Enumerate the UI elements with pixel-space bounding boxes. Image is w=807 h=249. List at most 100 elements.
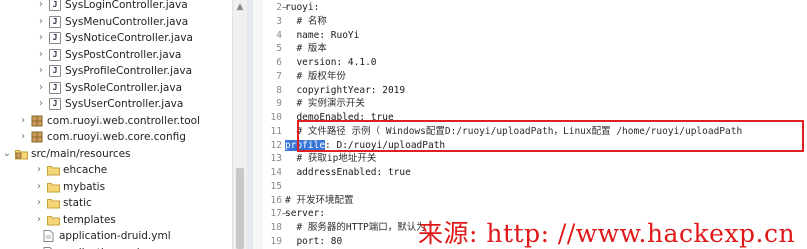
yml-file-icon [43,230,55,242]
line-number: 4 [276,29,282,41]
explorer-scrollbar[interactable]: ▲ [232,0,247,249]
chevron-right-icon[interactable]: › [34,212,44,228]
tree-item[interactable]: application-druid.yml [0,228,232,244]
code-text: addressEnabled: true [285,167,411,178]
code-line: 14 addressEnabled: true [253,166,807,180]
code-text: # 开发环境配置 [285,194,354,206]
chevron-right-icon[interactable]: › [36,0,46,13]
code-line: 16 # 开发环境配置 [253,194,807,208]
tree-item[interactable]: › com.ruoyi.web.core.config [0,129,232,145]
code-text: # 版权年份 [285,70,346,82]
tree-item-label: SysProfileController.java [65,65,193,77]
line-number: 18 [270,222,282,233]
line-number: 6 [276,57,282,68]
line-number: 12 [270,139,282,151]
scroll-up-arrow-icon[interactable]: ▲ [235,2,245,12]
code-text: # 获取ip地址开关 [285,153,377,165]
line-number: 10 [270,112,282,123]
tree-item-label: static [63,197,92,209]
code-line: 8 copyrightYear: 2019 [253,84,807,98]
chevron-right-icon[interactable]: › [36,80,46,96]
tree-item-label: mybatis [63,180,106,193]
java-file-icon: J [49,65,61,77]
chevron-right-icon[interactable]: › [18,129,28,145]
tree-item[interactable]: › J SysNoticeController.java [0,30,232,46]
code-text: copyrightYear: 2019 [285,84,406,96]
tree-item[interactable]: › mybatis [0,179,232,195]
tree-item-label: SysPostController.java [65,48,182,61]
line-number: 5 [276,43,282,55]
line-number: 3 [276,15,282,27]
code-text: port: 80 [285,235,343,247]
chevron-right-icon[interactable]: › [36,14,46,30]
code-line: 5 # 版本 [253,42,807,56]
tree-item-label: application.yml [59,245,140,249]
tree-item[interactable]: › com.ruoyi.web.controller.tool [0,113,232,129]
folder-icon [47,181,60,193]
code-text: # 实例演示开关 [285,98,365,110]
chevron-right-icon[interactable]: › [36,63,46,79]
line-number: 11 [270,125,282,137]
highlight-annotation-box [297,120,804,152]
code-line: 15 [253,180,807,194]
chevron-down-icon[interactable]: ⌄ [2,146,12,162]
tree-item[interactable]: › ehcache [0,162,232,178]
tree-item-label: com.ruoyi.web.core.config [47,131,186,143]
line-number: 2 [276,2,282,13]
tree-item[interactable]: › J SysProfileController.java [0,63,232,79]
code-text: # 服务器的HTTP端口，默认为 [285,222,426,233]
tree-item-label: SysMenuController.java [65,15,189,28]
java-file-icon: J [49,98,61,110]
line-number: 9 [276,98,282,110]
code-text: version: 4.1.0 [285,57,377,68]
line-number: 19 [270,235,282,247]
package-icon [31,131,43,143]
folder-icon [47,164,60,176]
tree-item[interactable]: › templates [0,212,232,228]
code-line: 9 # 实例演示开关 [253,97,807,111]
tree-item[interactable]: › J SysMenuController.java [0,14,232,30]
code-text: ruoyi: [285,2,320,13]
line-number: 14 [270,167,282,178]
code-text: name: RuoYi [285,29,360,41]
line-number: 16 [270,194,282,206]
tree-item[interactable]: › J SysLoginController.java [0,0,232,13]
chevron-right-icon[interactable]: › [36,96,46,112]
tree-item[interactable]: application.yml [0,245,232,249]
code-line: 13 # 获取ip地址开关 [253,152,807,166]
line-number: 15 [270,180,282,192]
tree-item-label: com.ruoyi.web.controller.tool [47,114,201,127]
tree-item[interactable]: › J SysUserController.java [0,96,232,112]
line-number: 8 [276,84,282,96]
tree-item-label: SysLoginController.java [65,0,188,11]
code-line: 6 version: 4.1.0 [253,56,807,70]
java-file-icon: J [49,48,61,61]
code-line: 4 name: RuoYi [253,29,807,43]
java-file-icon: J [49,0,61,11]
chevron-right-icon[interactable]: › [18,113,28,129]
java-file-icon: J [49,81,61,94]
chevron-right-icon[interactable]: › [36,30,46,46]
tree-item-label: src/main/resources [31,147,131,160]
line-number: 17 [270,208,282,220]
scrollbar-thumb[interactable] [236,168,244,249]
tree-item-label: SysRoleController.java [65,81,182,94]
watermark-text: 来源: http: //www.hackexp.cn [418,219,796,248]
code-editor[interactable]: 2− ruoyi: 3 # 名称 4 name: RuoYi 5 # 版本 6 versi… [253,0,807,249]
source-folder-icon [15,148,28,160]
chevron-right-icon[interactable]: › [34,162,44,178]
tree-item[interactable]: ⌄ src/main/resources [0,146,232,162]
tree-item[interactable]: › J SysPostController.java [0,47,232,63]
tree-item-label: application-druid.yml [59,230,171,242]
tree-item[interactable]: › static [0,195,232,211]
code-text: # 名称 [285,15,327,27]
folder-icon [47,214,60,226]
project-explorer: › J SysLoginController.java › J SysMenuContro… [0,0,247,249]
tree-item-label: ehcache [63,164,108,176]
chevron-right-icon[interactable]: › [36,47,46,63]
chevron-right-icon[interactable]: › [34,195,44,211]
code-line: 2− ruoyi: [253,1,807,15]
folder-icon [47,197,60,209]
chevron-right-icon[interactable]: › [34,179,44,195]
tree-item[interactable]: › J SysRoleController.java [0,80,232,96]
